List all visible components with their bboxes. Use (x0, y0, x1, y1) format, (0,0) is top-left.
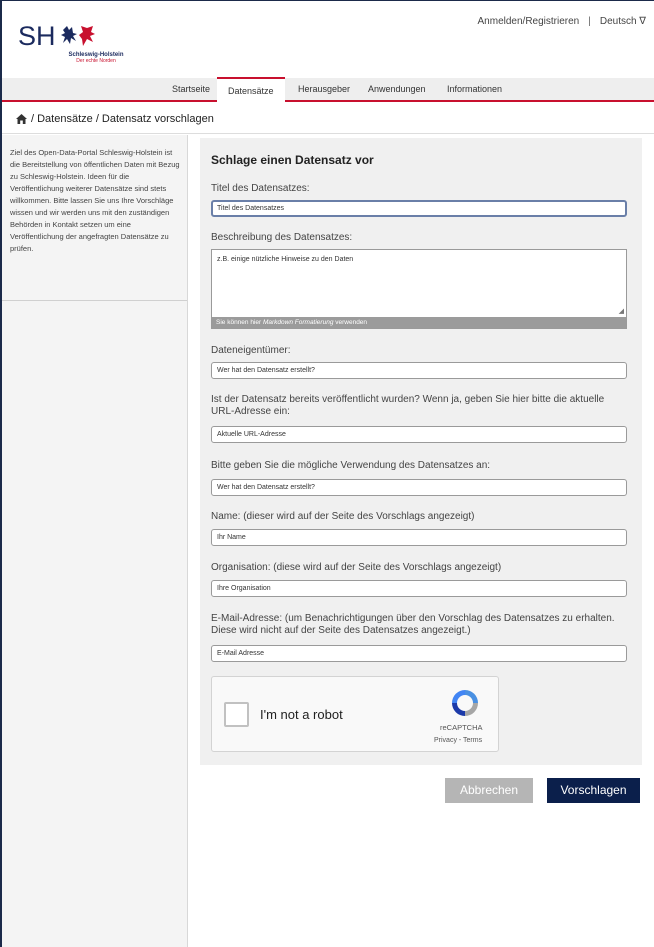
title-label: Titel des Datensatzes: (211, 183, 310, 194)
nav-informationen[interactable]: Informationen (447, 84, 502, 94)
resize-handle-icon[interactable]: ◢ (619, 307, 624, 315)
markdown-hint-pre: Sie können hier (216, 319, 263, 326)
main-navigation: Startseite Datensätze Herausgeber Anwend… (2, 77, 654, 102)
markdown-hint: Sie können hier Markdown Formatierung ve… (212, 317, 626, 328)
owner-input[interactable]: Wer hat den Datensatz erstellt? (211, 362, 627, 379)
recaptcha-icon (452, 690, 478, 716)
nav-anwendungen[interactable]: Anwendungen (368, 84, 426, 94)
recaptcha-label: I'm not a robot (260, 707, 343, 722)
usage-label: Bitte geben Sie die mögliche Verwendung … (211, 460, 491, 471)
description-label: Beschreibung des Datensatzes: (211, 232, 353, 243)
nav-datensaetze[interactable]: Datensätze (217, 77, 285, 102)
sidebar-divider (2, 300, 187, 301)
title-input[interactable]: Titel des Datensatzes (211, 200, 627, 217)
name-label: Name: (dieser wird auf der Seite des Vor… (211, 511, 475, 522)
usage-input[interactable]: Wer hat den Datensatz erstellt? (211, 479, 627, 496)
nav-startseite[interactable]: Startseite (172, 84, 210, 94)
organisation-label: Organisation: (diese wird auf der Seite … (211, 562, 502, 573)
recaptcha-checkbox[interactable] (224, 702, 249, 727)
markdown-hint-post: verwenden (333, 319, 368, 326)
email-label: E-Mail-Adresse: (um Benachrichtigungen ü… (211, 613, 615, 636)
markdown-link[interactable]: Markdown Formatierung (263, 319, 333, 326)
recaptcha-privacy-terms[interactable]: Privacy - Terms (434, 737, 482, 744)
home-icon[interactable] (16, 114, 27, 124)
login-link[interactable]: Anmelden/Registrieren (478, 16, 580, 27)
site-logo[interactable]: SH Schleswig-Holstein Der echte Norden (18, 21, 124, 64)
breadcrumb-path[interactable]: / Datensätze / Datensatz vorschlagen (31, 113, 214, 125)
description-textarea[interactable]: z.B. einige nützliche Hinweise zu den Da… (211, 249, 627, 329)
coat-of-arms-icon (60, 26, 95, 46)
sidebar: Ziel des Open-Data-Portal Schleswig-Hols… (2, 135, 188, 947)
recaptcha-widget: I'm not a robot reCAPTCHA Privacy - Term… (211, 676, 499, 752)
email-input[interactable]: E-Mail Adresse (211, 645, 627, 662)
sidebar-intro-text: Ziel des Open-Data-Portal Schleswig-Hols… (10, 148, 180, 253)
nav-herausgeber[interactable]: Herausgeber (298, 84, 350, 94)
organisation-input[interactable]: Ihre Organisation (211, 580, 627, 597)
top-navigation: Anmelden/Registrieren | Deutsch ∇ (478, 16, 646, 27)
owner-label: Dateneigentümer: (211, 345, 291, 356)
url-input[interactable]: Aktuelle URL-Adresse (211, 426, 627, 443)
logo-text: Schleswig-Holstein Der echte Norden (56, 52, 136, 64)
name-input[interactable]: Ihr Name (211, 529, 627, 546)
language-selector[interactable]: Deutsch ∇ (600, 16, 646, 27)
topnav-separator: | (588, 16, 591, 27)
breadcrumb: / Datensätze / Datensatz vorschlagen (2, 104, 654, 134)
recaptcha-brand: reCAPTCHA (440, 723, 483, 732)
logo-initials: SH (18, 21, 56, 51)
submit-button[interactable]: Vorschlagen (547, 778, 640, 803)
description-placeholder: z.B. einige nützliche Hinweise zu den Da… (217, 256, 354, 263)
form-heading: Schlage einen Datensatz vor (211, 153, 374, 167)
logo-tagline: Der echte Norden (76, 58, 116, 64)
dataset-suggestion-form: Schlage einen Datensatz vor Titel des Da… (200, 138, 642, 765)
url-label: Ist der Datensatz bereits veröffentlicht… (211, 394, 605, 417)
cancel-button[interactable]: Abbrechen (445, 778, 533, 803)
